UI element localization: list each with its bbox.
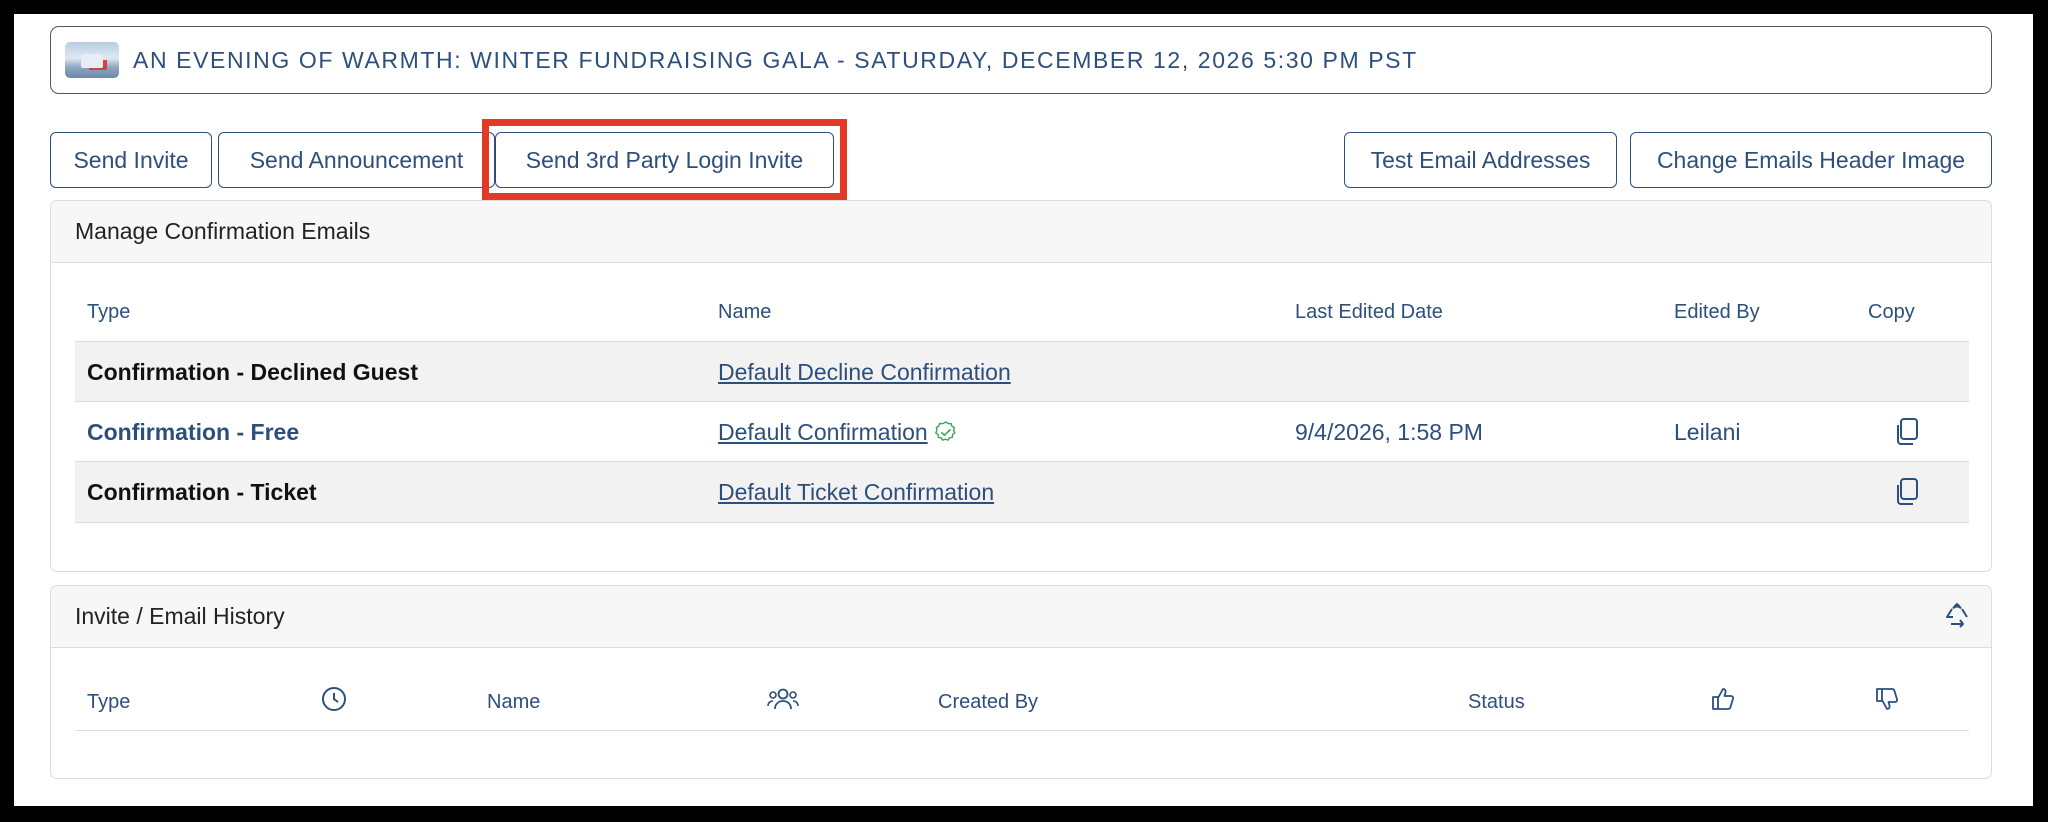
highlight-box xyxy=(482,119,847,200)
recycle-icon[interactable] xyxy=(1943,602,1971,630)
page: AN EVENING OF WARMTH: WINTER FUNDRAISING… xyxy=(14,14,2033,806)
event-thumbnail xyxy=(65,42,119,78)
send-invite-button[interactable]: Send Invite xyxy=(50,132,212,188)
col-edited-by: Edited By xyxy=(1674,301,1760,323)
row-type: Confirmation - Ticket xyxy=(87,478,317,505)
row-edited-by: Leilani xyxy=(1674,418,1741,445)
confirmation-panel-title: Manage Confirmation Emails xyxy=(75,218,371,244)
row-name-link[interactable]: Default Ticket Confirmation xyxy=(718,479,994,506)
email-history-panel: Invite / Email History Type Name Created… xyxy=(50,585,1992,779)
send-announcement-button[interactable]: Send Announcement xyxy=(218,132,495,188)
clock-icon xyxy=(321,686,347,712)
verified-check-icon xyxy=(934,420,958,444)
col-created-by: Created By xyxy=(938,691,1039,713)
table-row: Confirmation - Ticket Default Ticket Con… xyxy=(75,461,1969,523)
row-type[interactable]: Confirmation - Free xyxy=(87,402,299,462)
col-name: Name xyxy=(487,691,541,713)
history-panel-title: Invite / Email History xyxy=(75,603,285,629)
col-status: Status xyxy=(1468,691,1525,713)
people-icon xyxy=(767,685,799,713)
table-row: Confirmation - Free Default Confirmation… xyxy=(75,401,1969,462)
col-copy: Copy xyxy=(1868,301,1915,323)
change-emails-header-image-button[interactable]: Change Emails Header Image xyxy=(1630,132,1992,188)
divider xyxy=(75,730,1969,731)
event-header: AN EVENING OF WARMTH: WINTER FUNDRAISING… xyxy=(50,26,1992,94)
history-panel-header: Invite / Email History xyxy=(51,586,1991,648)
confirmation-emails-panel: Manage Confirmation Emails Type Name Las… xyxy=(50,200,1992,572)
copy-icon[interactable] xyxy=(1893,462,1921,522)
confirmation-panel-header: Manage Confirmation Emails xyxy=(51,201,1991,263)
copy-icon[interactable] xyxy=(1893,402,1921,462)
col-type: Type xyxy=(87,301,131,323)
event-title: AN EVENING OF WARMTH: WINTER FUNDRAISING… xyxy=(133,46,1418,73)
row-last-edited: 9/4/2026, 1:58 PM xyxy=(1295,418,1483,445)
col-name: Name xyxy=(718,301,772,323)
table-row: Confirmation - Declined Guest Default De… xyxy=(75,341,1969,402)
thumbs-down-icon xyxy=(1874,686,1900,712)
thumbs-up-icon xyxy=(1710,686,1736,712)
col-type: Type xyxy=(87,691,131,713)
row-type: Confirmation - Declined Guest xyxy=(87,358,418,385)
row-name-link[interactable]: Default Confirmation xyxy=(718,419,928,446)
row-name-link[interactable]: Default Decline Confirmation xyxy=(718,359,1011,386)
col-last-edited: Last Edited Date xyxy=(1295,301,1443,323)
test-email-addresses-button[interactable]: Test Email Addresses xyxy=(1344,132,1617,188)
